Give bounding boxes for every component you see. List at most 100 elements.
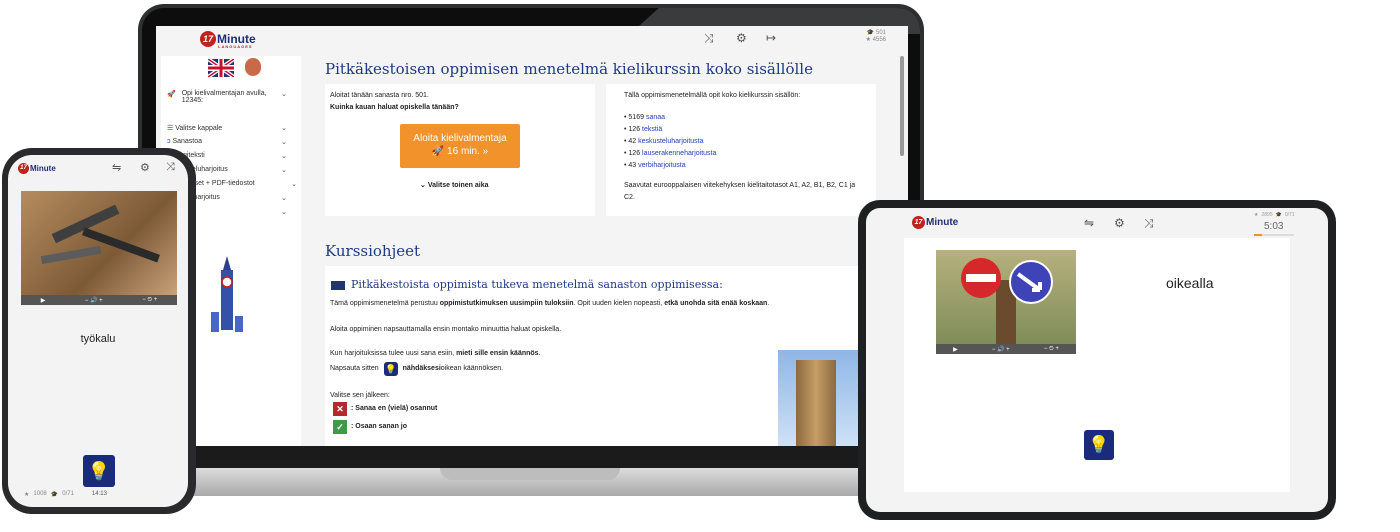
stat-cap: 0/71 [1284, 212, 1295, 218]
big-ben-illustration [211, 256, 243, 332]
logo-word: Minute [926, 217, 959, 228]
rocket-icon: 🚀 [167, 91, 176, 98]
phone-footer: ★ 1008 🎓 0/71 14:13 [24, 491, 107, 498]
instructions-p1: Tämä oppimismenetelmä perustuu oppimistu… [330, 298, 880, 310]
content-outro: Saavutat eurooppalaisen viitekehyksen ki… [624, 182, 856, 201]
instructions-card: Pitkäkestoista oppimista tukeva menetelm… [325, 266, 885, 446]
star-icon: ★ [865, 37, 871, 43]
sidebar-item-vocabulary[interactable]: ↄ Sanastoa ⌄ [167, 138, 287, 146]
logout-icon[interactable]: ↦ [766, 31, 776, 45]
p1-text: . [767, 300, 770, 307]
graduation-cap-icon: 🎓 [50, 492, 59, 498]
chevron-down-icon: ⌄ [281, 139, 287, 146]
instructions-heading: Pitkäkestoista oppimista tukeva menetelm… [331, 278, 723, 291]
tools-illustration [40, 204, 160, 265]
scrollbar[interactable] [900, 56, 904, 156]
p4-bold: nähdäksesi [402, 365, 441, 372]
play-icon[interactable]: ▶ [41, 297, 46, 304]
content-item[interactable]: • 126 tekstiä [624, 124, 858, 136]
content-item[interactable]: • 5169 sanaa [624, 112, 858, 124]
video-controls[interactable]: ▶ − 🔊 + − ⏲ + [21, 295, 177, 305]
item-link[interactable]: verbiharjoitusta [638, 162, 685, 169]
start-coach-button[interactable]: Aloita kielivalmentaja 🚀 16 min. » [400, 124, 520, 168]
stat-star: 2895 [1261, 212, 1273, 218]
uk-flag-icon[interactable] [206, 57, 236, 79]
star-icon: ★ [1254, 212, 1259, 218]
stat-star: 1008 [33, 491, 47, 497]
chevron-down-icon: ⌄ [291, 181, 297, 188]
content-item[interactable]: • 42 keskusteluharjoitusta [624, 136, 858, 148]
content-item[interactable]: • 43 verbiharjoitusta [624, 160, 858, 172]
video-controls[interactable]: ▶ − 🔊 + − ⏲ + [936, 344, 1076, 354]
stat-cap: 0/71 [62, 491, 74, 497]
list-icon: ☰ [167, 125, 174, 132]
direction-icon[interactable]: ⇋ [1084, 216, 1094, 230]
shuffle-icon[interactable]: ⤨ [166, 161, 175, 174]
p3-text: . [538, 350, 541, 357]
laptop-screen: 17 Minute LANGUAGES ⤨ ⚙ ↦ 🎓 501 ★ 4556 🚀… [156, 26, 908, 446]
sidebar-item-select-chapter[interactable]: ☰ Valitse kappale ⌄ [167, 124, 287, 132]
reveal-lightbulb-button[interactable]: 💡 [83, 455, 115, 487]
chevron-down-icon: ⌄ [281, 125, 287, 132]
chevron-down-icon: ⌄ [281, 153, 287, 160]
other-time-label: Valitse toinen aika [427, 182, 489, 189]
flashcard-word: oikealla [1166, 275, 1214, 291]
speed-controls-icon[interactable]: − ⏲ + [142, 297, 157, 304]
timer-progress-fill [1254, 234, 1262, 236]
gear-icon[interactable]: ⚙ [140, 161, 150, 174]
uk-flag-icon [331, 280, 345, 290]
graduation-cap-icon: 🎓 [1275, 212, 1282, 218]
logo[interactable]: 17 Minute [912, 216, 958, 229]
p4-text: Napsauta sitten [330, 365, 379, 372]
item-link[interactable]: sanaa [646, 114, 665, 121]
reveal-lightbulb-button[interactable]: 💡 [1084, 430, 1114, 460]
start-card: Aloitat tänään sanasta nro. 501. Kuinka … [325, 84, 595, 216]
item-count: 43 [628, 162, 637, 169]
instructions-p4: Napsauta sitten 💡 nähdäksesi oikean käänn… [330, 362, 503, 376]
volume-controls-icon[interactable]: − 🔊 + [85, 297, 103, 304]
other-time-link[interactable]: ⌄ Valitse toinen aika [420, 180, 489, 192]
p1-text: . Opit uuden kielen nopeasti, [573, 300, 665, 307]
gear-icon[interactable]: ⚙ [1114, 216, 1125, 230]
tower-shape [796, 360, 836, 446]
top-bar: 17 Minute LANGUAGES ⤨ ⚙ ↦ 🎓 501 ★ 4556 [156, 26, 908, 52]
play-icon[interactable]: ▶ [953, 346, 958, 353]
timer: 5:03 [1264, 221, 1284, 232]
instructions-p3: Kun harjoituksissa tulee uusi sana esiin… [330, 348, 541, 360]
logo-word: Minute [30, 164, 56, 173]
start-line2: Kuinka kauan haluat opiskella tänään? [330, 104, 459, 111]
sign-photo [936, 250, 1076, 344]
chevron-down-icon: ⌄ [420, 182, 426, 189]
logo[interactable]: 17 Minute LANGUAGES [200, 31, 256, 49]
item-count: 126 [628, 150, 641, 157]
opt-yes-label: : Osaan sanan jo [351, 423, 408, 430]
item-count: 42 [628, 138, 637, 145]
shuffle-icon[interactable]: ⤨ [1144, 216, 1154, 231]
tablet-screen: 17 Minute ⇋ ⚙ ⤨ ★ 2895 🎓 0/71 5:03 ▶ − 🔊 + − … [866, 208, 1328, 512]
item-link[interactable]: tekstiä [642, 126, 662, 133]
logo[interactable]: 17 Minute [18, 163, 56, 174]
speed-controls-icon[interactable]: − ⏲ + [1044, 346, 1059, 353]
volume-controls-icon[interactable]: − 🔊 + [992, 346, 1010, 353]
start-line1: Aloitat tänään sanasta nro. 501. [330, 92, 429, 99]
check-icon: ✓ [333, 420, 347, 434]
tower-photo [778, 350, 860, 446]
lightbulb-icon: 💡 [87, 461, 111, 481]
shuffle-icon[interactable]: ⤨ [704, 31, 714, 46]
instructions-heading-text: Pitkäkestoista oppimista tukeva menetelm… [351, 278, 723, 291]
road-signs-illustration [961, 258, 1053, 344]
gear-icon[interactable]: ⚙ [736, 31, 747, 45]
content-item[interactable]: • 126 lauserakenneharjoitusta [624, 148, 858, 160]
lightbulb-icon: 💡 [1088, 435, 1110, 454]
chevron-down-icon: ⌄ [281, 167, 287, 174]
item-link[interactable]: keskusteluharjoitusta [638, 138, 703, 145]
timer-progress [1254, 234, 1294, 236]
direction-icon[interactable]: ⇋ [112, 161, 121, 174]
p3-bold: mieti sille ensin käännös [456, 350, 539, 357]
p1-bold: oppimistutkimuksen uusimpiin tuloksiin [439, 300, 574, 307]
course-content-card: Tällä oppimismenetelmällä opit koko kiel… [606, 84, 876, 216]
sidebar-learn-with[interactable]: 🚀 Opi kielivalmentajan avulla, 12345: ⌄ [167, 90, 287, 104]
coach-avatar[interactable] [245, 58, 261, 76]
item-link[interactable]: lauserakenneharjoitusta [642, 150, 716, 157]
option-not-known: ✕: Sanaa en (vielä) osannut [333, 402, 437, 416]
